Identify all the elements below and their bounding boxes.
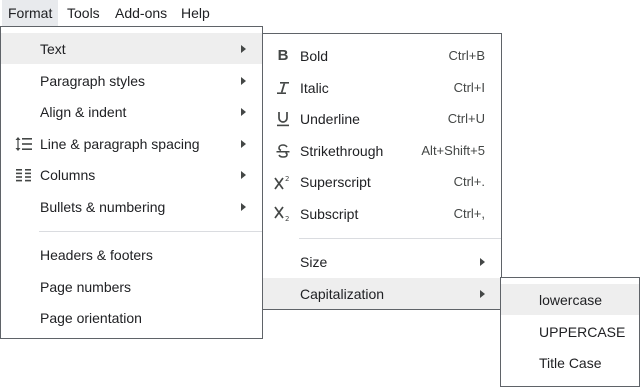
shortcut-label: Alt+Shift+5 [421,143,485,158]
menu-item-label: Size [300,253,328,270]
menu-item-label: Strikethrough [300,142,384,159]
capitalization-item-uppercase[interactable]: UPPERCASE [501,316,639,347]
text-menu-item-bold[interactable]: B Bold Ctrl+B [263,40,501,71]
capitalization-submenu: lowercase UPPERCASE Title Case [500,277,640,387]
submenu-arrow-icon [241,44,246,53]
submenu-arrow-icon [241,170,246,179]
shortcut-label: Ctrl+B [448,48,485,63]
text-submenu: B Bold Ctrl+B Italic Ctrl+I Underline Ct… [262,33,502,310]
italic-icon [274,79,292,97]
submenu-arrow-icon [241,76,246,85]
submenu-arrow-icon [241,139,246,148]
menu-item-label: Capitalization [300,285,385,302]
menu-separator [299,238,501,239]
menu-item-label: Page numbers [40,278,132,295]
format-menu-item-text[interactable]: Text [1,33,262,64]
menu-item-label: Line & paragraph spacing [40,135,200,152]
text-menu-item-strikethrough[interactable]: Strikethrough Alt+Shift+5 [263,135,501,166]
capitalization-item-title-case[interactable]: Title Case [501,347,639,378]
menu-bar: Format Tools Add-ons Help [0,0,262,26]
text-menu-item-italic[interactable]: Italic Ctrl+I [263,72,501,103]
shortcut-label: Ctrl+. [453,174,485,189]
line-spacing-icon [15,135,33,153]
shortcut-label: Ctrl+, [453,206,485,221]
submenu-arrow-icon [241,107,246,116]
format-menu-item-page-numbers[interactable]: Page numbers [1,271,262,302]
svg-text:2: 2 [285,175,289,183]
submenu-arrow-icon [480,289,485,298]
text-menu-item-subscript[interactable]: 2 Subscript Ctrl+, [263,198,501,229]
format-menu-item-align-indent[interactable]: Align & indent [1,96,262,127]
superscript-icon: 2 [274,173,292,191]
menu-item-label: Subscript [300,205,359,222]
capitalization-item-lowercase[interactable]: lowercase [501,284,639,315]
shortcut-label: Ctrl+U [447,111,485,126]
menu-item-label: Paragraph styles [40,72,146,89]
text-menu-item-superscript[interactable]: 2 Superscript Ctrl+. [263,166,501,197]
format-menu-item-bullets-numbering[interactable]: Bullets & numbering [1,191,262,222]
menu-item-label: Columns [40,166,96,183]
menu-item-label: Title Case [539,354,602,371]
submenu-arrow-icon [480,257,485,266]
menu-item-label: Bold [300,47,329,64]
text-menu-item-size[interactable]: Size [263,246,501,277]
format-menu-item-headers-footers[interactable]: Headers & footers [1,239,262,270]
menu-add-ons[interactable]: Add-ons [109,0,173,26]
underline-icon [274,110,292,128]
columns-icon [15,166,33,184]
format-menu: Text Paragraph styles Align & indent Lin… [0,26,263,339]
menu-item-label: Underline [300,110,360,127]
subscript-icon: 2 [274,205,292,223]
shortcut-label: Ctrl+I [453,80,485,95]
menu-item-label: Headers & footers [40,246,153,263]
format-menu-item-page-orientation[interactable]: Page orientation [1,302,262,333]
menu-item-label: Text [40,40,66,57]
menu-format[interactable]: Format [2,0,59,26]
text-menu-item-underline[interactable]: Underline Ctrl+U [263,103,501,134]
submenu-arrow-icon [241,202,246,211]
menu-item-label: Italic [300,79,329,96]
menu-tools[interactable]: Tools [61,0,106,26]
menu-item-label: lowercase [539,291,603,308]
svg-text:2: 2 [285,215,289,222]
menu-item-label: Align & indent [40,103,127,120]
menu-item-label: UPPERCASE [539,323,626,340]
menu-separator [39,231,262,232]
strikethrough-icon [274,142,292,160]
text-menu-item-capitalization[interactable]: Capitalization [263,278,501,309]
format-menu-item-line-spacing[interactable]: Line & paragraph spacing [1,128,262,159]
format-menu-item-paragraph-styles[interactable]: Paragraph styles [1,65,262,96]
bold-icon: B [277,47,289,64]
menu-item-label: Page orientation [40,309,142,326]
menu-item-label: Superscript [300,173,371,190]
menu-help[interactable]: Help [175,0,216,26]
format-menu-item-columns[interactable]: Columns [1,159,262,190]
menu-item-label: Bullets & numbering [40,198,166,215]
